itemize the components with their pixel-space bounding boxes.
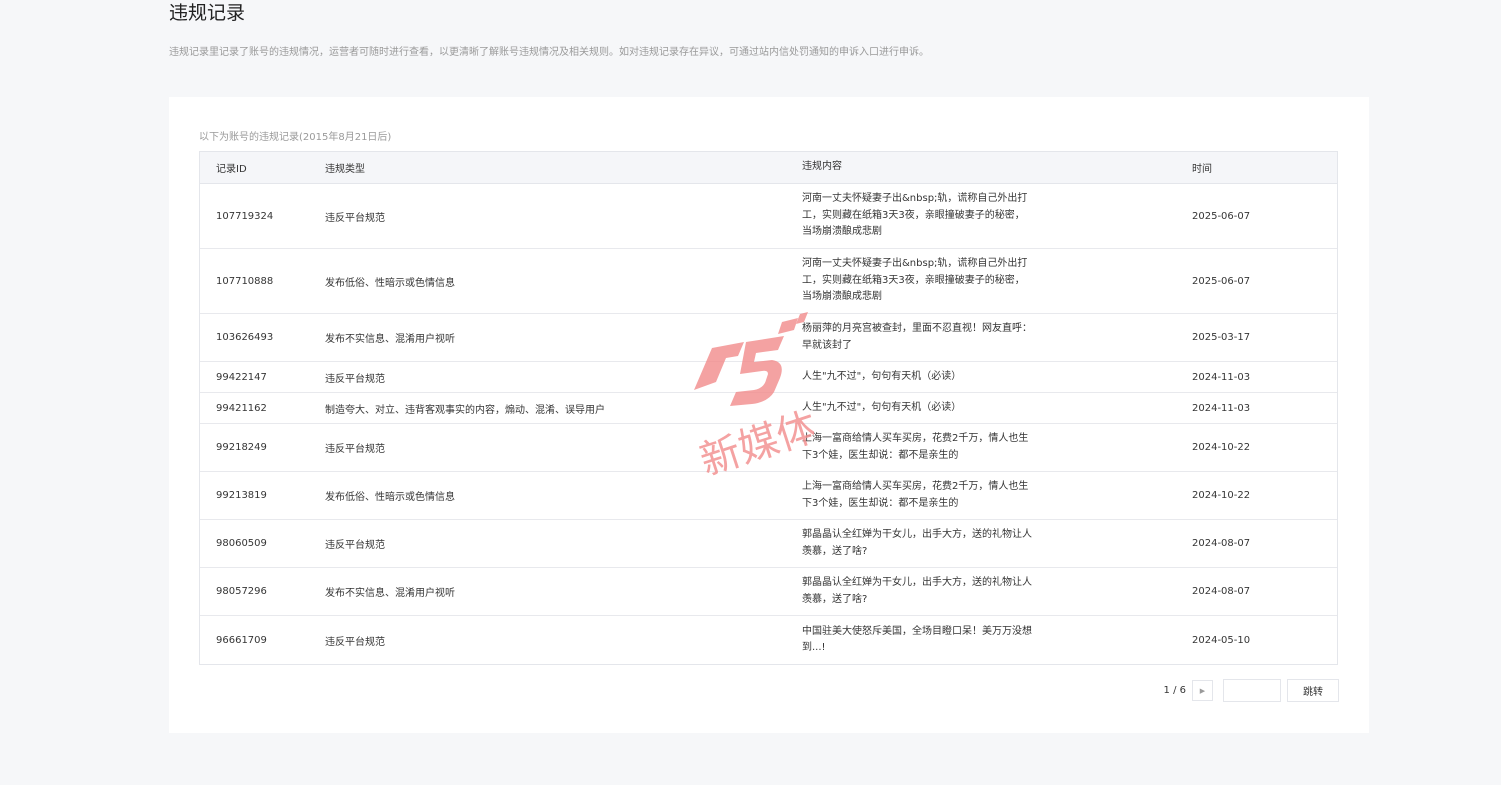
record-id: 99218249 [216, 442, 267, 453]
table-row: 99213819 发布低俗、性暗示或色情信息 上海一富商给情人买车买房，花费2千… [200, 472, 1337, 520]
next-page-button[interactable]: ▶ [1192, 680, 1213, 701]
record-time: 2025-06-07 [1192, 210, 1251, 222]
panel-caption: 以下为账号的违规记录(2015年8月21日后) [199, 132, 392, 143]
violation-content-text: 上海一富商给情人买车买房，花费2千万，情人也生下3个娃，医生却说：都不是亲生的 [802, 481, 1029, 509]
record-id: 99422147 [216, 371, 267, 383]
record-id: 98057296 [216, 586, 267, 597]
violation-content: 上海一富商给情人买车买房，花费2千万，情人也生下3个娃，医生却说：都不是亲生的 [802, 431, 1192, 464]
violation-type: 发布不实信息、混淆用户视听 [325, 588, 455, 599]
violation-content-text: 上海一富商给情人买车买房，花费2千万，情人也生下3个娃，医生却说：都不是亲生的 [802, 433, 1029, 461]
page-jump-input[interactable] [1223, 679, 1281, 702]
violation-type: 制造夸大、对立、违背客观事实的内容，煽动、混淆、误导用户 [325, 404, 605, 416]
record-id: 99421162 [216, 402, 267, 414]
table-row: 96661709 违反平台规范 中国驻美大使怒斥美国，全场目瞪口呆！美万万没想到… [200, 616, 1337, 664]
record-time: 2024-08-07 [1192, 586, 1251, 597]
violation-type: 违反平台规范 [325, 636, 385, 648]
violation-panel: 以下为账号的违规记录(2015年8月21日后) 记录ID 违规类型 违规内容 时… [169, 97, 1369, 733]
record-id: 98060509 [216, 538, 267, 549]
violation-content-text: 郭晶晶认全红婵为干女儿，出手大方，送的礼物让人羡慕，送了啥? [802, 529, 1032, 557]
violation-content: 河南一丈夫怀疑妻子出&nbsp;轨，谎称自己外出打工，实则藏在纸箱3天3夜，亲眼… [802, 191, 1192, 241]
table-row: 99422147 违反平台规范 人生"九不过"，句句有天机（必读） 2024-1… [200, 362, 1337, 393]
violation-content: 郭晶晶认全红婵为干女儿，出手大方，送的礼物让人羡慕，送了啥? [802, 527, 1192, 560]
violation-type: 违反平台规范 [325, 540, 385, 551]
column-header-id: 记录ID [216, 164, 247, 175]
page-description: 违规记录里记录了账号的违规情况，运营者可随时进行查看，以更清晰了解账号违规情况及… [169, 47, 929, 58]
record-time: 2024-11-03 [1192, 402, 1251, 414]
record-time: 2024-10-22 [1192, 442, 1251, 453]
violation-type: 违反平台规范 [325, 373, 385, 385]
record-time: 2025-03-17 [1192, 332, 1251, 343]
violation-content: 上海一富商给情人买车买房，花费2千万，情人也生下3个娃，医生却说：都不是亲生的 [802, 479, 1192, 512]
caret-right-icon: ▶ [1199, 686, 1206, 695]
violation-content: 人生"九不过"，句句有天机（必读） [802, 369, 1192, 386]
record-id: 107710888 [216, 275, 274, 287]
page-title: 违规记录 [169, 2, 246, 24]
violation-type: 发布低俗、性暗示或色情信息 [325, 492, 455, 503]
record-id: 96661709 [216, 634, 267, 646]
violation-content-text: 中国驻美大使怒斥美国，全场目瞪口呆！美万万没想到...! [802, 625, 1032, 654]
violation-content: 中国驻美大使怒斥美国，全场目瞪口呆！美万万没想到...! [802, 624, 1192, 657]
column-header-type: 违规类型 [325, 164, 365, 175]
table-row: 99421162 制造夸大、对立、违背客观事实的内容，煽动、混淆、误导用户 人生… [200, 393, 1337, 424]
jump-button[interactable]: 跳转 [1287, 679, 1339, 702]
violation-content-text: 人生"九不过"，句句有天机（必读） [802, 401, 962, 413]
record-time: 2025-06-07 [1192, 275, 1251, 287]
violation-type: 违反平台规范 [325, 212, 385, 224]
violation-type: 发布低俗、性暗示或色情信息 [325, 277, 455, 289]
table-row: 107719324 违反平台规范 河南一丈夫怀疑妻子出&nbsp;轨，谎称自己外… [200, 184, 1337, 249]
violation-content: 郭晶晶认全红婵为干女儿，出手大方，送的礼物让人羡慕，送了啥? [802, 575, 1192, 608]
violation-table: 记录ID 违规类型 违规内容 时间 107719324 违反平台规范 河南一丈夫… [199, 151, 1338, 665]
table-row: 103626493 发布不实信息、混淆用户视听 杨丽萍的月亮宫被查封，里面不忍直… [200, 314, 1337, 362]
violation-type: 发布不实信息、混淆用户视听 [325, 334, 455, 345]
record-time: 2024-10-22 [1192, 490, 1251, 501]
column-header-content: 违规内容 [802, 161, 842, 173]
table-row: 98057296 发布不实信息、混淆用户视听 郭晶晶认全红婵为干女儿，出手大方，… [200, 568, 1337, 616]
record-time: 2024-11-03 [1192, 371, 1251, 383]
violation-content: 杨丽萍的月亮宫被查封，里面不忍直视！网友直呼：早就该封了 [802, 321, 1192, 354]
violation-content-text: 人生"九不过"，句句有天机（必读） [802, 370, 962, 382]
violation-content-text: 郭晶晶认全红婵为干女儿，出手大方，送的礼物让人羡慕，送了啥? [802, 577, 1032, 605]
violation-content-text: 河南一丈夫怀疑妻子出&nbsp;轨，谎称自己外出打工，实则藏在纸箱3天3夜，亲眼… [802, 258, 1028, 303]
table-row: 98060509 违反平台规范 郭晶晶认全红婵为干女儿，出手大方，送的礼物让人羡… [200, 520, 1337, 568]
pagination: 1 / 6 ▶ 跳转 [1164, 679, 1339, 702]
violation-content: 河南一丈夫怀疑妻子出&nbsp;轨，谎称自己外出打工，实则藏在纸箱3天3夜，亲眼… [802, 256, 1192, 306]
page-indicator: 1 / 6 [1163, 685, 1186, 696]
table-row: 99218249 违反平台规范 上海一富商给情人买车买房，花费2千万，情人也生下… [200, 424, 1337, 472]
record-time: 2024-05-10 [1192, 634, 1251, 646]
record-time: 2024-08-07 [1192, 538, 1251, 549]
violation-content: 人生"九不过"，句句有天机（必读） [802, 400, 1192, 417]
violation-type: 违反平台规范 [325, 444, 385, 455]
violation-content-text: 杨丽萍的月亮宫被查封，里面不忍直视！网友直呼：早就该封了 [802, 323, 1032, 351]
record-id: 99213819 [216, 490, 267, 501]
column-header-time: 时间 [1192, 164, 1212, 175]
violation-content-text: 河南一丈夫怀疑妻子出&nbsp;轨，谎称自己外出打工，实则藏在纸箱3天3夜，亲眼… [802, 193, 1028, 238]
table-header: 记录ID 违规类型 违规内容 时间 [200, 152, 1337, 184]
record-id: 103626493 [216, 332, 274, 343]
record-id: 107719324 [216, 210, 274, 222]
table-row: 107710888 发布低俗、性暗示或色情信息 河南一丈夫怀疑妻子出&nbsp;… [200, 249, 1337, 314]
